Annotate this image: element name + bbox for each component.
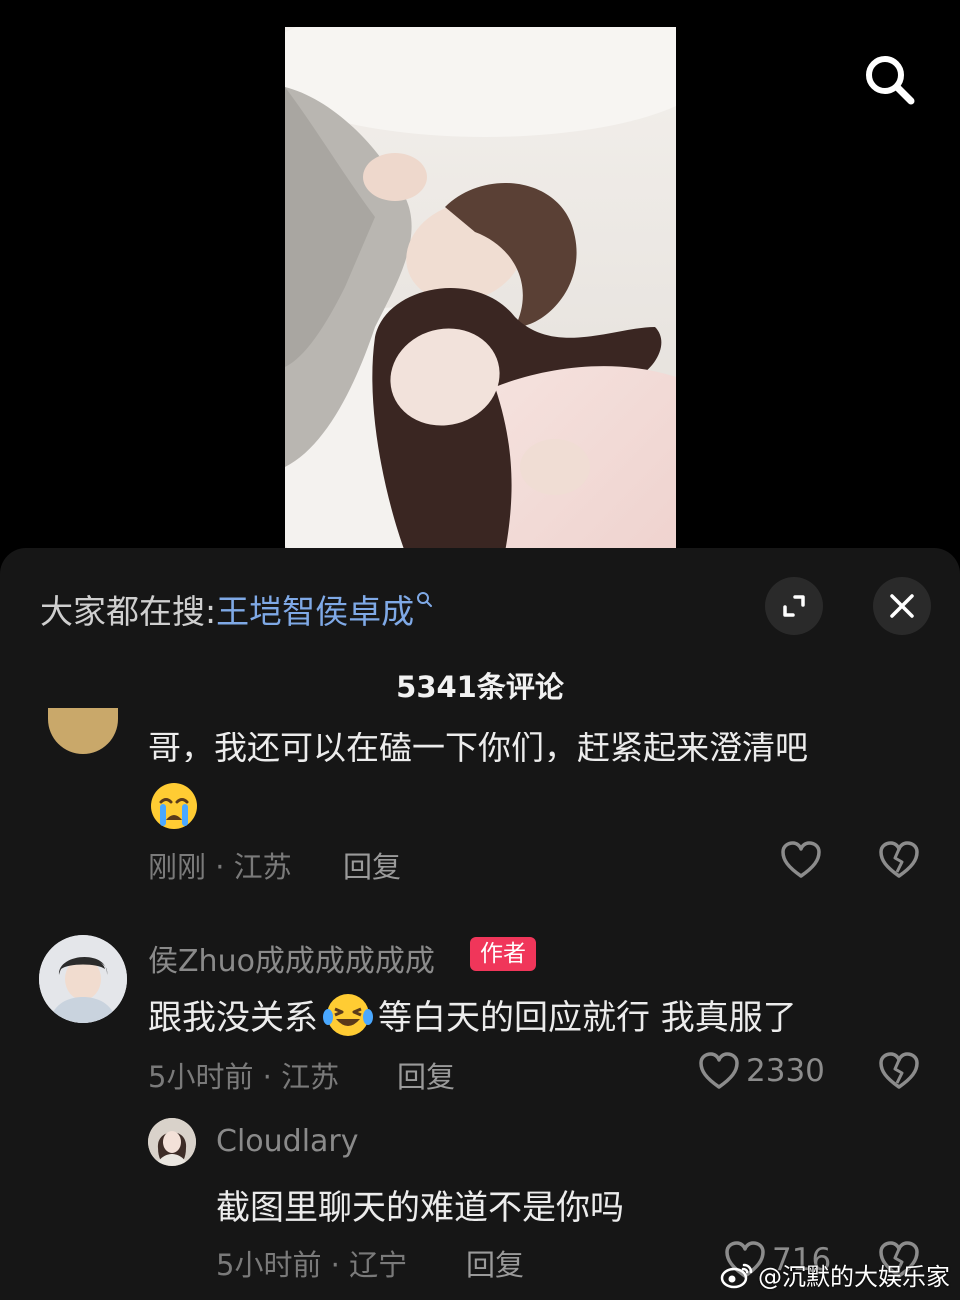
- suggestion-term-link[interactable]: 王垲智侯卓成: [216, 585, 434, 633]
- reply-button[interactable]: 回复: [397, 1054, 455, 1096]
- reply-button[interactable]: 回复: [343, 844, 401, 886]
- search-icon: [866, 56, 915, 105]
- photo-illustration: [285, 27, 676, 552]
- comment-count: 5341条评论: [396, 670, 564, 704]
- like-button[interactable]: [780, 840, 822, 880]
- close-icon: [890, 594, 914, 618]
- like-button[interactable]: 2330: [698, 1051, 825, 1091]
- search-button[interactable]: [860, 50, 920, 110]
- comment-meta: 5小时前 · 辽宁: [216, 1248, 408, 1282]
- comment-text-part: 跟我没关系: [148, 998, 318, 1038]
- comment-meta: 刚刚 · 江苏: [148, 850, 292, 884]
- comment-text: 截图里聊天的难道不是你吗: [216, 1188, 624, 1228]
- comment-text: 跟我没关系 等白天的回应就行 我真服了: [148, 990, 797, 1039]
- search-suggestion: 大家都在搜: 王垲智侯卓成: [40, 586, 434, 632]
- screen: 大家都在搜: 王垲智侯卓成 5341条评论 哥，我还可以在磕一下你们，赶紧起来澄…: [0, 0, 960, 1300]
- comment-username[interactable]: 侯Zhuo成成成成成成: [148, 936, 435, 980]
- dislike-button[interactable]: [878, 840, 920, 880]
- watermark: @沉默的大娱乐家: [720, 1257, 950, 1292]
- expand-button[interactable]: [765, 577, 823, 635]
- crying-emoji: [148, 780, 200, 836]
- search-icon: [417, 592, 433, 607]
- post-photo[interactable]: [285, 27, 676, 552]
- heart-icon: [781, 841, 821, 878]
- comment-sheet: 大家都在搜: 王垲智侯卓成 5341条评论 哥，我还可以在磕一下你们，赶紧起来澄…: [0, 548, 960, 1300]
- expand-icon: [783, 595, 805, 617]
- avatar[interactable]: [48, 708, 118, 754]
- comment-text-part: 等白天的回应就行 我真服了: [378, 998, 797, 1038]
- heart-icon: [699, 1052, 739, 1089]
- laughing-crying-emoji: [323, 993, 373, 1036]
- avatar-image: [39, 935, 127, 1023]
- avatar[interactable]: [39, 935, 127, 1023]
- reply-button[interactable]: 回复: [466, 1242, 524, 1284]
- broken-heart-icon: [879, 1052, 919, 1089]
- broken-heart-icon: [879, 841, 919, 878]
- author-badge: 作者: [470, 937, 536, 971]
- like-count: 2330: [746, 1053, 825, 1089]
- comment-username[interactable]: Cloudlary: [216, 1124, 359, 1159]
- dislike-button[interactable]: [878, 1051, 920, 1091]
- comment-meta: 5小时前 · 江苏: [148, 1060, 340, 1094]
- avatar[interactable]: [148, 1118, 196, 1166]
- suggestion-term-label: 王垲智侯卓成: [216, 592, 415, 631]
- watermark-text: @沉默的大娱乐家: [758, 1263, 950, 1291]
- close-button[interactable]: [873, 577, 931, 635]
- comment-text: 哥，我还可以在磕一下你们，赶紧起来澄清吧: [148, 728, 808, 762]
- avatar-image: [148, 1118, 196, 1166]
- weibo-logo-icon: [720, 1263, 753, 1288]
- suggestion-prefix: 大家都在搜:: [40, 592, 217, 631]
